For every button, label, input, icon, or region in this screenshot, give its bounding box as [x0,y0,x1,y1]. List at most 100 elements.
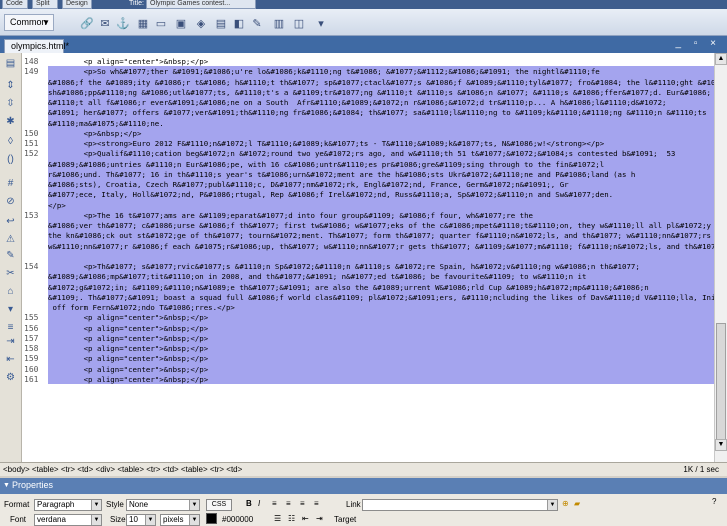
document-tab[interactable]: olympics.html* [4,39,69,53]
table-icon[interactable]: ▦ [136,16,150,30]
view-tabs-strip: Code Split Design Title: Olympic Games c… [0,0,727,9]
remove-comment-icon[interactable]: ✂ [4,267,17,280]
ordered-list-icon[interactable]: ☷ [288,514,295,523]
code-line[interactable]: &#1089;&#1086;untries &#1110;n Eur&#1086… [48,160,714,170]
unordered-list-icon[interactable]: ☰ [274,514,281,523]
color-swatch[interactable] [206,513,217,524]
code-view-tab[interactable]: Code [2,0,28,9]
hyperlink-icon[interactable]: 🔗 [80,16,94,30]
format-source-icon[interactable]: ⚙ [4,371,17,384]
move-css-icon[interactable]: ≡ [4,321,17,334]
word-wrap-icon[interactable]: ↩ [4,215,17,228]
code-line[interactable]: <p>Qualif&#1110;cation beg&#1072;n &#107… [48,149,714,159]
align-right-icon[interactable]: ≡ [300,499,305,508]
code-line[interactable]: sh&#1086;pp&#1110;ng &#1086;utl&#1077;ts… [48,88,714,98]
select-parent-tag-icon[interactable]: ◊ [4,135,17,148]
date-icon[interactable]: ▤ [214,16,228,30]
media-icon[interactable]: ◈ [194,16,208,30]
image-icon[interactable]: ▣ [174,16,188,30]
code-line[interactable]: off form Fern&#1072;ndo T&#1086;rres.</p… [48,303,714,313]
code-line[interactable]: w&#1110;nn&#1077;r &#1086;f each &#1075;… [48,242,714,252]
outdent-icon[interactable]: ⇤ [302,514,309,523]
align-left-icon[interactable]: ≡ [272,499,277,508]
window-controls[interactable]: _ ▫ × [675,38,721,49]
apply-comment-icon[interactable]: ✎ [4,249,17,262]
collapse-selection-icon[interactable]: ⇳ [4,97,17,110]
open-documents-icon[interactable]: ▤ [4,57,17,70]
indent-icon[interactable]: ⇥ [316,514,323,523]
code-line[interactable]: <p align="center">&nbsp;</p> [48,365,714,375]
bold-button[interactable]: B [246,499,252,508]
syntax-error-alerts-icon[interactable]: ⚠ [4,233,17,246]
code-line[interactable]: <p align="center">&nbsp;</p> [48,334,714,344]
code-line[interactable]: <p align="center">&nbsp;</p> [48,344,714,354]
color-value[interactable]: #000000 [222,515,253,524]
code-line[interactable]: &#1077;ece, Italy, Holl&#1072;nd, P&#108… [48,190,714,200]
code-line[interactable]: &#1109;. Th&#1077;&#1091; boast a squad … [48,293,714,303]
code-editor[interactable]: <p align="center">&nbsp;</p> <p>So wh&#1… [48,53,714,462]
email-link-icon[interactable]: ✉ [98,16,112,30]
code-line[interactable]: <p><strong>Euro 2012 F&#1110;n&#1072;l T… [48,139,714,149]
comment-icon[interactable]: ✎ [250,16,264,30]
style-value: None [129,500,149,509]
title-field[interactable]: Olympic Games contest... [146,0,256,9]
scroll-down-icon[interactable]: ▼ [715,439,727,451]
code-line[interactable]: <p>&nbsp;</p> [48,129,714,139]
code-line[interactable]: &#1110;ma&#1075;&#1110;ne. [48,119,714,129]
code-line[interactable]: <p align="center">&nbsp;</p> [48,324,714,334]
font-select[interactable]: verdana ▼ [34,514,102,526]
collapse-tag-icon[interactable]: ⇕ [4,79,17,92]
unit-select[interactable]: pixels ▼ [160,514,200,526]
justify-icon[interactable]: ≡ [314,499,319,508]
size-select[interactable]: 10 ▼ [126,514,156,526]
code-line[interactable]: &#1110;t all f&#1086;r ever&#1091;&#1086… [48,98,714,108]
outdent-code-icon[interactable]: ⇤ [4,353,17,366]
code-line[interactable]: &#1086;f the &#1089;ity &#1086;r t&#1086… [48,78,714,88]
indent-code-icon[interactable]: ⇥ [4,335,17,348]
code-line[interactable]: <p align="center">&nbsp;</p> [48,57,714,67]
properties-panel-header[interactable]: ▼ Properties [0,478,727,494]
code-line[interactable]: &#1089;&#1086;mp&#1077;tit&#1110;on in 2… [48,272,714,282]
code-line[interactable]: <p align="center">&nbsp;</p> [48,375,714,385]
code-line[interactable]: <p align="center">&nbsp;</p> [48,313,714,323]
code-line[interactable]: &#1086;sts), Croatia, Czech R&#1077;publ… [48,180,714,190]
style-select[interactable]: None ▼ [126,499,200,511]
code-line[interactable]: &#1091; her&#1077; offers &#1077;ver&#10… [48,108,714,118]
code-line[interactable]: <p>Th&#1077; s&#1077;rvic&#1077;s &#1110… [48,262,714,272]
italic-button[interactable]: I [258,499,260,508]
format-select[interactable]: Paragraph ▼ [34,499,102,511]
tag-path[interactable]: <body> <table> <tr> <td> <div> <table> <… [3,465,242,474]
design-view-tab[interactable]: Design [62,0,92,9]
align-center-icon[interactable]: ≡ [286,499,291,508]
server-side-include-icon[interactable]: ◧ [232,16,246,30]
recent-snippets-icon[interactable]: ▾ [4,303,17,316]
scroll-thumb[interactable] [716,323,726,443]
div-icon[interactable]: ▭ [154,16,168,30]
wrap-tag-icon[interactable]: ⌂ [4,285,17,298]
code-line[interactable]: <p align="center">&nbsp;</p> [48,354,714,364]
named-anchor-icon[interactable]: ⚓ [116,16,130,30]
link-field[interactable]: ▼ [362,499,558,511]
balance-braces-icon[interactable]: () [4,153,17,166]
browse-folder-icon[interactable]: ▰ [574,499,580,508]
snippet-icon[interactable]: ▾ [314,16,328,30]
code-line[interactable]: <p>So wh&#1077;ther &#1091;&#1086;u're l… [48,67,714,77]
code-line[interactable]: &#1072;g&#1072;in; &#1109;&#1110;n&#1089… [48,283,714,293]
code-line[interactable]: r&#1086;und. Th&#1077; 16 in th&#1110;s … [48,170,714,180]
code-line[interactable]: the kn&#1086;ck out st&#1072;ge of th&#1… [48,231,714,241]
split-view-tab[interactable]: Split [32,0,58,9]
css-button[interactable]: CSS [206,499,232,511]
templates-icon[interactable]: ▥ [272,16,286,30]
tag-chooser-icon[interactable]: ◫ [292,16,306,30]
code-line[interactable]: <p>The 16 t&#1077;ams are &#1109;eparat&… [48,211,714,221]
scroll-up-icon[interactable]: ▲ [715,53,727,65]
highlight-invalid-code-icon[interactable]: ⊘ [4,195,17,208]
code-line[interactable]: </p> [48,201,714,211]
line-numbers-icon[interactable]: # [4,177,17,190]
vertical-scrollbar[interactable]: ▲ ▼ [714,53,727,462]
insert-category-select[interactable]: Common ▼ [4,14,54,31]
point-to-file-icon[interactable]: ⊕ [562,499,569,508]
help-icon[interactable]: ? [712,497,716,506]
code-line[interactable]: &#1086;ver th&#1077; c&#1086;urse &#1086… [48,221,714,231]
expand-all-icon[interactable]: ✱ [4,115,17,128]
